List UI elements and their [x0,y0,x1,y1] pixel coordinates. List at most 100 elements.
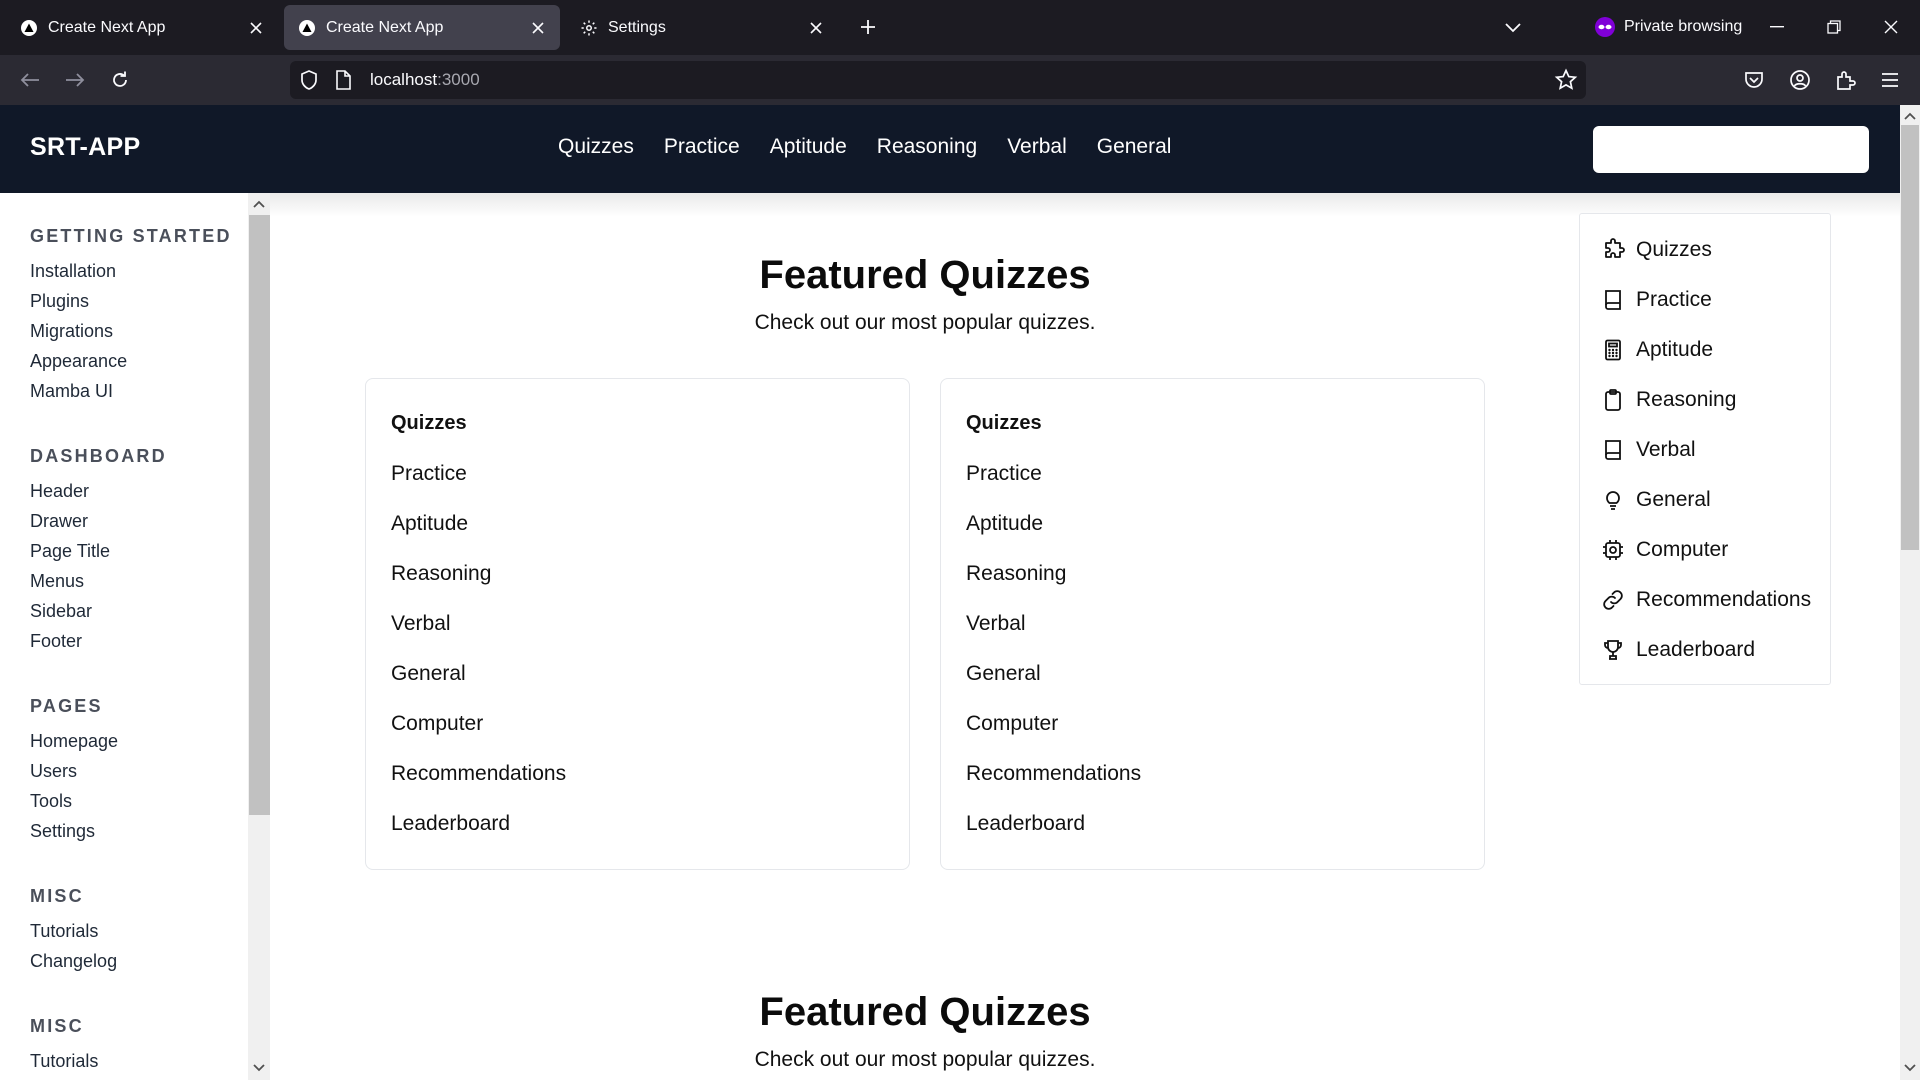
card-item-verbal[interactable]: Verbal [391,612,451,636]
menu-item-aptitude[interactable]: Aptitude [1600,334,1713,366]
sidebar-scrollbar-thumb[interactable] [249,215,270,815]
card-item-reasoning[interactable]: Reasoning [391,562,491,586]
sidebar-item-drawer[interactable]: Drawer [30,511,88,532]
bookmark-star-icon[interactable] [1554,68,1578,92]
topnav-practice[interactable]: Practice [664,135,740,159]
menu-item-recommendations[interactable]: Recommendations [1600,584,1811,616]
close-tab-icon[interactable] [802,14,830,42]
sidebar-item-menus[interactable]: Menus [30,571,84,592]
back-arrow-icon[interactable] [10,60,50,100]
sidebar-item-mamba-ui[interactable]: Mamba UI [30,381,113,402]
menu-item-practice[interactable]: Practice [1600,284,1712,316]
url-bar[interactable]: localhost:3000 [290,61,1586,99]
topnav-aptitude[interactable]: Aptitude [770,135,847,159]
menu-item-label: General [1636,488,1711,511]
page-icon[interactable] [334,70,354,90]
hamburger-menu-icon[interactable] [1875,65,1905,95]
card-item-computer[interactable]: Computer [966,712,1058,736]
topnav-reasoning[interactable]: Reasoning [877,135,977,159]
card-item-practice[interactable]: Practice [966,462,1042,486]
menu-item-computer[interactable]: Computer [1600,534,1728,566]
sidebar-section-title: DASHBOARD [30,446,167,466]
menu-item-leaderboard[interactable]: Leaderboard [1600,634,1755,666]
sidebar-item-changelog[interactable]: Changelog [30,951,117,972]
sidebar-item-tutorials[interactable]: Tutorials [30,1051,98,1072]
card-item-quizzes[interactable]: Quizzes [391,412,467,435]
sidebar-item-tools[interactable]: Tools [30,791,72,812]
topnav-general[interactable]: General [1097,135,1172,159]
sidebar-item-migrations[interactable]: Migrations [30,321,113,342]
browser-tab-2[interactable]: Create Next App [284,5,560,50]
forward-arrow-icon[interactable] [55,60,95,100]
close-tab-icon[interactable] [242,14,270,42]
card-item-computer[interactable]: Computer [391,712,483,736]
shield-icon[interactable] [298,69,320,91]
puzzle-icon [1600,237,1626,263]
reload-icon[interactable] [100,60,140,100]
scroll-down-arrow-icon[interactable] [250,1059,268,1077]
minimize-icon[interactable] [1757,8,1797,46]
sidebar-item-sidebar[interactable]: Sidebar [30,601,92,622]
menu-item-label: Verbal [1636,438,1696,461]
menu-item-label: Leaderboard [1636,638,1756,661]
brand-logo[interactable]: SRT-APP [30,133,140,162]
menu-item-reasoning[interactable]: Reasoning [1600,384,1736,416]
top-nav: Quizzes Practice Aptitude Reasoning Verb… [558,135,1201,159]
card-item-reasoning[interactable]: Reasoning [966,562,1066,586]
nextjs-triangle-icon [298,19,316,37]
menu-item-verbal[interactable]: Verbal [1600,434,1696,466]
sidebar-item-homepage[interactable]: Homepage [30,731,118,752]
new-tab-plus-icon[interactable] [852,11,884,43]
card-item-recommendations[interactable]: Recommendations [966,762,1141,786]
card-item-verbal[interactable]: Verbal [966,612,1026,636]
book-icon [1600,287,1626,313]
card-item-aptitude[interactable]: Aptitude [966,512,1043,536]
sidebar-item-header[interactable]: Header [30,481,89,502]
sidebar-item-tutorials[interactable]: Tutorials [30,921,98,942]
featured-quizzes-subtitle: Check out our most popular quizzes. [754,1048,1096,1071]
card-item-aptitude[interactable]: Aptitude [391,512,468,536]
topnav-quizzes[interactable]: Quizzes [558,135,634,159]
menu-item-general[interactable]: General [1600,484,1711,516]
close-tab-icon[interactable] [524,14,552,42]
extensions-icon[interactable] [1830,65,1860,95]
topnav-verbal[interactable]: Verbal [1007,135,1067,159]
sidebar-item-page-title[interactable]: Page Title [30,541,110,562]
featured-quizzes-title: Featured Quizzes [759,990,1091,1034]
sidebar-item-footer[interactable]: Footer [30,631,82,652]
scroll-down-arrow-icon[interactable] [1902,1060,1918,1076]
restore-icon[interactable] [1814,8,1854,46]
nextjs-triangle-icon [20,19,38,37]
card-item-general[interactable]: General [391,662,466,686]
card-item-quizzes[interactable]: Quizzes [966,412,1042,435]
menu-item-quizzes[interactable]: Quizzes [1600,234,1712,266]
account-icon[interactable] [1785,65,1815,95]
browser-tab-3[interactable]: Settings [566,5,838,50]
scroll-up-arrow-icon[interactable] [250,195,268,213]
sidebar-item-appearance[interactable]: Appearance [30,351,127,372]
browser-nav-bar: localhost:3000 [0,55,1920,105]
quiz-card: Quizzes Practice Aptitude Reasoning Verb… [940,378,1485,870]
search-input[interactable] [1593,126,1869,173]
close-window-icon[interactable] [1871,8,1911,46]
featured-quizzes-title: Featured Quizzes [759,253,1091,297]
url-text[interactable]: localhost:3000 [370,70,480,90]
sidebar-item-installation[interactable]: Installation [30,261,116,282]
card-item-leaderboard[interactable]: Leaderboard [391,812,510,836]
sidebar-item-users[interactable]: Users [30,761,77,782]
sidebar-item-plugins[interactable]: Plugins [30,291,89,312]
pocket-icon[interactable] [1739,65,1769,95]
page-scrollbar-thumb[interactable] [1901,125,1919,550]
browser-tab-1[interactable]: Create Next App [6,5,278,50]
sidebar-item-settings[interactable]: Settings [30,821,95,842]
scroll-up-arrow-icon[interactable] [1902,108,1918,124]
book-icon [1600,437,1626,463]
card-item-general[interactable]: General [966,662,1041,686]
url-host: localhost [370,70,438,89]
tab-title: Create Next App [326,18,444,36]
sidebar-section-title: PAGES [30,696,103,716]
card-item-practice[interactable]: Practice [391,462,467,486]
chevron-down-icon[interactable] [1497,11,1529,43]
card-item-recommendations[interactable]: Recommendations [391,762,566,786]
card-item-leaderboard[interactable]: Leaderboard [966,812,1085,836]
